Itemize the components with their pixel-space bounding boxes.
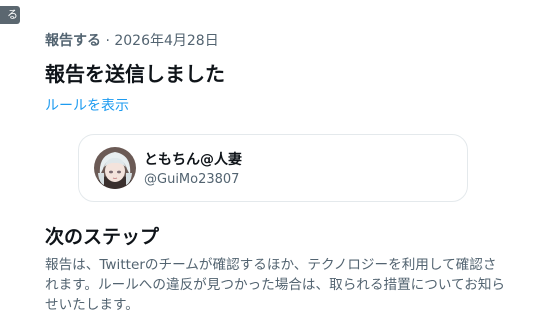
- reported-user-card[interactable]: ともちん@人妻 @GuiMo23807: [78, 134, 468, 202]
- next-steps-heading: 次のステップ: [45, 226, 160, 248]
- user-handle: @GuiMo23807: [144, 172, 240, 187]
- report-meta: 報告する · 2026年4月28日: [45, 30, 219, 50]
- avatar-image: [94, 147, 136, 189]
- next-steps-body: 報告は、Twitterのチームが確認するほか、テクノロジーを利用して確認されます…: [45, 257, 506, 313]
- corner-tooltip-fragment: る: [0, 6, 20, 24]
- page-title: 報告を送信しました: [45, 62, 225, 86]
- user-display-name: ともちん@人妻: [144, 152, 242, 168]
- report-date: 2026年4月28日: [114, 33, 219, 49]
- view-rules-link[interactable]: ルールを表示: [45, 95, 129, 115]
- meta-separator: ·: [101, 33, 115, 49]
- report-action-label: 報告する: [45, 33, 101, 49]
- report-confirmation-page: る 報告する · 2026年4月28日 報告を送信しました ルールを表示 ともち…: [0, 0, 542, 334]
- avatar: [94, 147, 136, 189]
